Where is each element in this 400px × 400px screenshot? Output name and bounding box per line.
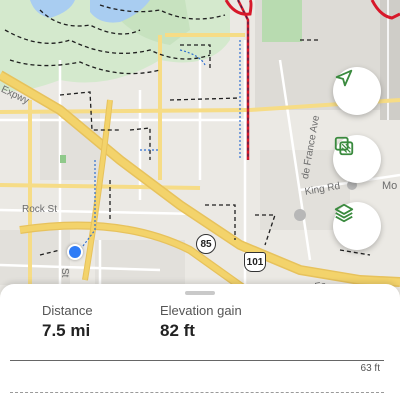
us-101-shield: 101 [244, 252, 266, 272]
locate-me-button[interactable] [333, 67, 381, 115]
mo-label: Mo [382, 180, 398, 192]
elevation-gain-value: 82 ft [160, 321, 195, 340]
st-label: St [59, 268, 70, 278]
map-overlay-icon [334, 136, 354, 156]
elevation-gain-label: Elevation gain [160, 303, 242, 318]
route-details-sheet[interactable]: Distance 7.5 mi Elevation gain 82 ft 63 … [0, 284, 400, 400]
layers-button[interactable] [333, 202, 381, 250]
route-85-shield: 85 [196, 234, 216, 254]
distance-label: Distance [42, 303, 93, 318]
distance-value: 7.5 mi [42, 321, 91, 340]
elevation-chart-gridline [10, 392, 384, 393]
elevation-chart-max-label: 63 ft [360, 363, 380, 374]
sheet-drag-handle[interactable] [185, 291, 215, 295]
map-view[interactable]: Expwy Rock St St de France Ave King Rd F… [0, 0, 400, 300]
current-location-dot [67, 244, 83, 260]
map-overlay-button[interactable] [333, 135, 381, 183]
elevation-chart-top-line [10, 360, 384, 361]
rock-st-label: Rock St [22, 204, 58, 215]
layers-icon [334, 203, 354, 223]
navigation-arrow-icon [335, 69, 353, 87]
